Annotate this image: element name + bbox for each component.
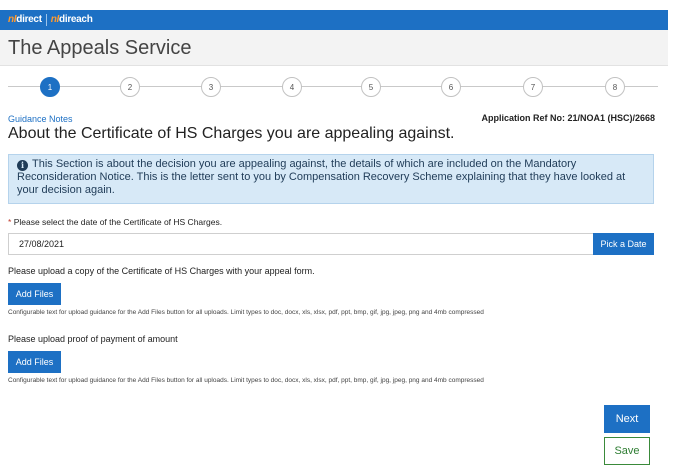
date-field-label-text: Please select the date of the Certificat… (13, 217, 223, 227)
step-6[interactable]: 6 (441, 77, 461, 97)
step-1[interactable]: 1 (40, 77, 60, 97)
pick-date-button[interactable]: Pick a Date (593, 233, 654, 255)
page-heading: About the Certificate of HS Charges you … (8, 125, 455, 142)
application-ref: Application Ref No: 21/NOA1 (HSC)/2668 (481, 113, 655, 123)
step-4[interactable]: 4 (282, 77, 302, 97)
info-icon: i (17, 160, 28, 171)
logo-divider (45, 14, 47, 26)
next-button[interactable]: Next (604, 405, 650, 433)
add-files-certificate-button[interactable]: Add Files (8, 283, 61, 305)
certificate-upload-label: Please upload a copy of the Certificate … (8, 266, 315, 276)
top-banner: nIdirect nIdireach (0, 10, 668, 30)
nidirect-logo[interactable]: nIdirect nIdireach (8, 12, 93, 28)
progress-stepper: 1 2 3 4 5 6 7 8 (8, 76, 658, 98)
save-button[interactable]: Save (604, 437, 650, 465)
step-3[interactable]: 3 (201, 77, 221, 97)
logo-nidireach: nIdireach (50, 14, 93, 25)
certificate-date-input[interactable] (8, 233, 594, 255)
step-8[interactable]: 8 (605, 77, 625, 97)
info-text: This Section is about the decision you a… (17, 158, 626, 196)
add-files-payment-button[interactable]: Add Files (8, 351, 61, 373)
required-marker: * (8, 217, 12, 227)
app-title-bar: The Appeals Service (0, 30, 668, 66)
guidance-notes-link[interactable]: Guidance Notes (8, 114, 73, 124)
date-field-label: * Please select the date of the Certific… (8, 217, 222, 227)
step-2[interactable]: 2 (120, 77, 140, 97)
step-5[interactable]: 5 (361, 77, 381, 97)
payment-upload-label: Please upload proof of payment of amount (8, 334, 178, 344)
stepper-line (8, 86, 658, 87)
app-title: The Appeals Service (8, 37, 192, 59)
step-7[interactable]: 7 (523, 77, 543, 97)
payment-upload-help: Configurable text for upload guidance fo… (8, 377, 484, 384)
certificate-upload-help: Configurable text for upload guidance fo… (8, 309, 484, 316)
info-notice: i This Section is about the decision you … (8, 154, 654, 204)
logo-nidirect: nIdirect (8, 14, 42, 25)
